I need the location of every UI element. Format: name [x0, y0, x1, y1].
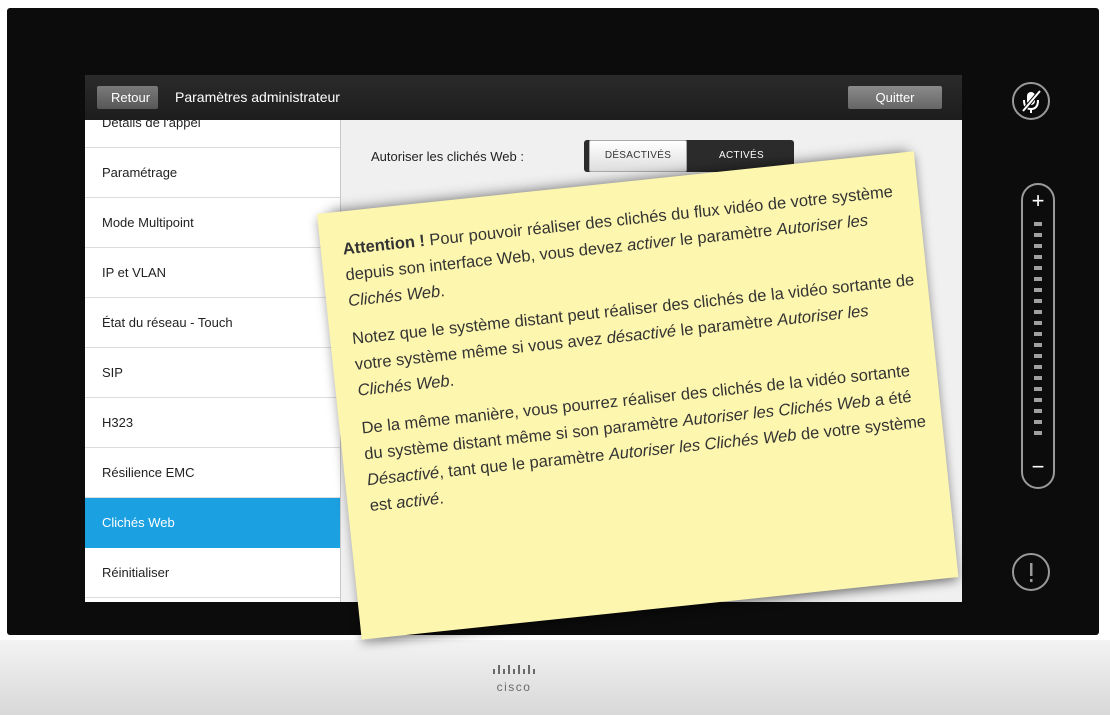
cisco-logo: cisco	[493, 665, 535, 694]
microphone-muted-icon	[1021, 89, 1042, 113]
sidebar-item-label: Mode Multipoint	[102, 215, 194, 230]
volume-up-icon[interactable]: +	[1023, 189, 1053, 213]
toggle-off-option[interactable]: DÉSACTIVÉS	[589, 140, 687, 172]
info-button[interactable]	[1012, 553, 1050, 591]
sidebar-item-label: IP et VLAN	[102, 265, 167, 280]
device-footer	[0, 640, 1110, 715]
sidebar-item-web-snapshots[interactable]: Clichés Web	[85, 498, 340, 548]
sidebar-item-label: Détails de l'appel	[102, 120, 201, 130]
sidebar-item-label: Résilience EMC	[102, 465, 195, 480]
cisco-wordmark: cisco	[497, 680, 532, 694]
page-title: Paramètres administrateur	[175, 89, 340, 105]
note-warning-label: Attention !	[341, 231, 426, 259]
quit-button[interactable]: Quitter	[848, 86, 942, 109]
volume-level-ticks	[1034, 222, 1042, 442]
sidebar-item-reset[interactable]: Réinitialiser	[85, 548, 340, 598]
sidebar-item-label: Paramétrage	[102, 165, 178, 180]
sidebar-item-label: H323	[102, 415, 134, 430]
volume-control[interactable]: + −	[1021, 183, 1055, 489]
back-button[interactable]: Retour	[97, 86, 159, 109]
sidebar-item-label: Clichés Web	[102, 515, 175, 530]
sidebar-item-h323[interactable]: H323	[85, 398, 340, 448]
mute-button[interactable]	[1012, 82, 1050, 120]
sidebar-item-sip[interactable]: SIP	[85, 348, 340, 398]
sidebar-item-call-details[interactable]: Détails de l'appel	[85, 120, 340, 148]
back-button-label: Retour	[111, 90, 151, 105]
sticky-note-text: Attention ! Pour pouvoir réaliser des cl…	[341, 178, 934, 531]
web-snapshots-setting-label: Autoriser les clichés Web :	[371, 149, 524, 164]
sidebar-item-setup[interactable]: Paramétrage	[85, 148, 340, 198]
settings-sidebar: Détails de l'appel Paramétrage Mode Mult…	[85, 120, 341, 602]
sidebar-item-multipoint-mode[interactable]: Mode Multipoint	[85, 198, 340, 248]
sidebar-item-ip-vlan[interactable]: IP et VLAN	[85, 248, 340, 298]
exclamation-icon	[1030, 563, 1033, 582]
title-bar: Retour Paramètres administrateur Quitter	[85, 75, 962, 120]
volume-down-icon[interactable]: −	[1023, 455, 1053, 479]
sticky-note: Attention ! Pour pouvoir réaliser des cl…	[317, 151, 959, 640]
sidebar-item-emc-resilience[interactable]: Résilience EMC	[85, 448, 340, 498]
sidebar-item-network-status[interactable]: État du réseau - Touch	[85, 298, 340, 348]
sidebar-item-label: Réinitialiser	[102, 565, 170, 580]
sidebar-item-label: État du réseau - Touch	[102, 315, 233, 330]
sidebar-item-label: SIP	[102, 365, 123, 380]
